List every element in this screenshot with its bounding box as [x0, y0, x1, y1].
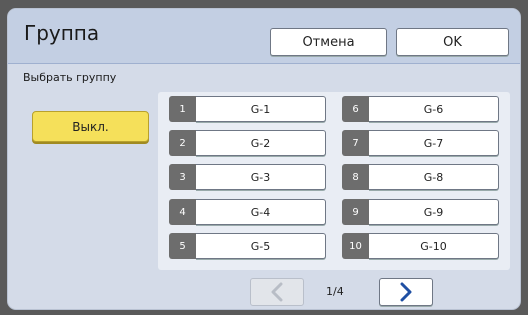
group-button-8[interactable]: 8 G-8: [342, 164, 499, 190]
group-button-3[interactable]: 3 G-3: [169, 164, 326, 190]
group-button-2[interactable]: 2 G-2: [169, 130, 326, 156]
group-label: G-7: [369, 130, 499, 156]
group-label: G-5: [196, 233, 326, 259]
group-number: 5: [169, 233, 196, 259]
chevron-left-icon: [271, 282, 283, 302]
group-button-9[interactable]: 9 G-9: [342, 199, 499, 225]
group-label: G-9: [369, 199, 499, 225]
group-number: 9: [342, 199, 369, 225]
group-button-1[interactable]: 1 G-1: [169, 96, 326, 122]
group-dialog: Группа Отмена OK Выбрать группу Выкл. 1 …: [7, 8, 521, 310]
cancel-button[interactable]: Отмена: [270, 28, 387, 56]
group-number: 4: [169, 199, 196, 225]
group-number: 6: [342, 96, 369, 122]
ok-button[interactable]: OK: [396, 28, 509, 56]
group-label: G-10: [369, 233, 499, 259]
off-button[interactable]: Выкл.: [32, 111, 149, 142]
dialog-title: Группа: [24, 21, 100, 45]
group-button-4[interactable]: 4 G-4: [169, 199, 326, 225]
select-group-label: Выбрать группу: [23, 71, 117, 84]
group-number: 7: [342, 130, 369, 156]
next-page-button[interactable]: [379, 278, 433, 306]
group-label: G-8: [369, 164, 499, 190]
chevron-right-icon: [400, 282, 412, 302]
group-button-6[interactable]: 6 G-6: [342, 96, 499, 122]
prev-page-button[interactable]: [250, 278, 304, 306]
group-number: 10: [342, 233, 369, 259]
group-label: G-1: [196, 96, 326, 122]
group-number: 2: [169, 130, 196, 156]
group-label: G-4: [196, 199, 326, 225]
group-label: G-2: [196, 130, 326, 156]
group-button-10[interactable]: 10 G-10: [342, 233, 499, 259]
group-button-5[interactable]: 5 G-5: [169, 233, 326, 259]
group-number: 8: [342, 164, 369, 190]
group-button-7[interactable]: 7 G-7: [342, 130, 499, 156]
group-number: 3: [169, 164, 196, 190]
dialog-header: Группа Отмена OK: [8, 9, 520, 64]
group-label: G-6: [369, 96, 499, 122]
page-indicator: 1/4: [326, 285, 344, 298]
group-label: G-3: [196, 164, 326, 190]
group-number: 1: [169, 96, 196, 122]
